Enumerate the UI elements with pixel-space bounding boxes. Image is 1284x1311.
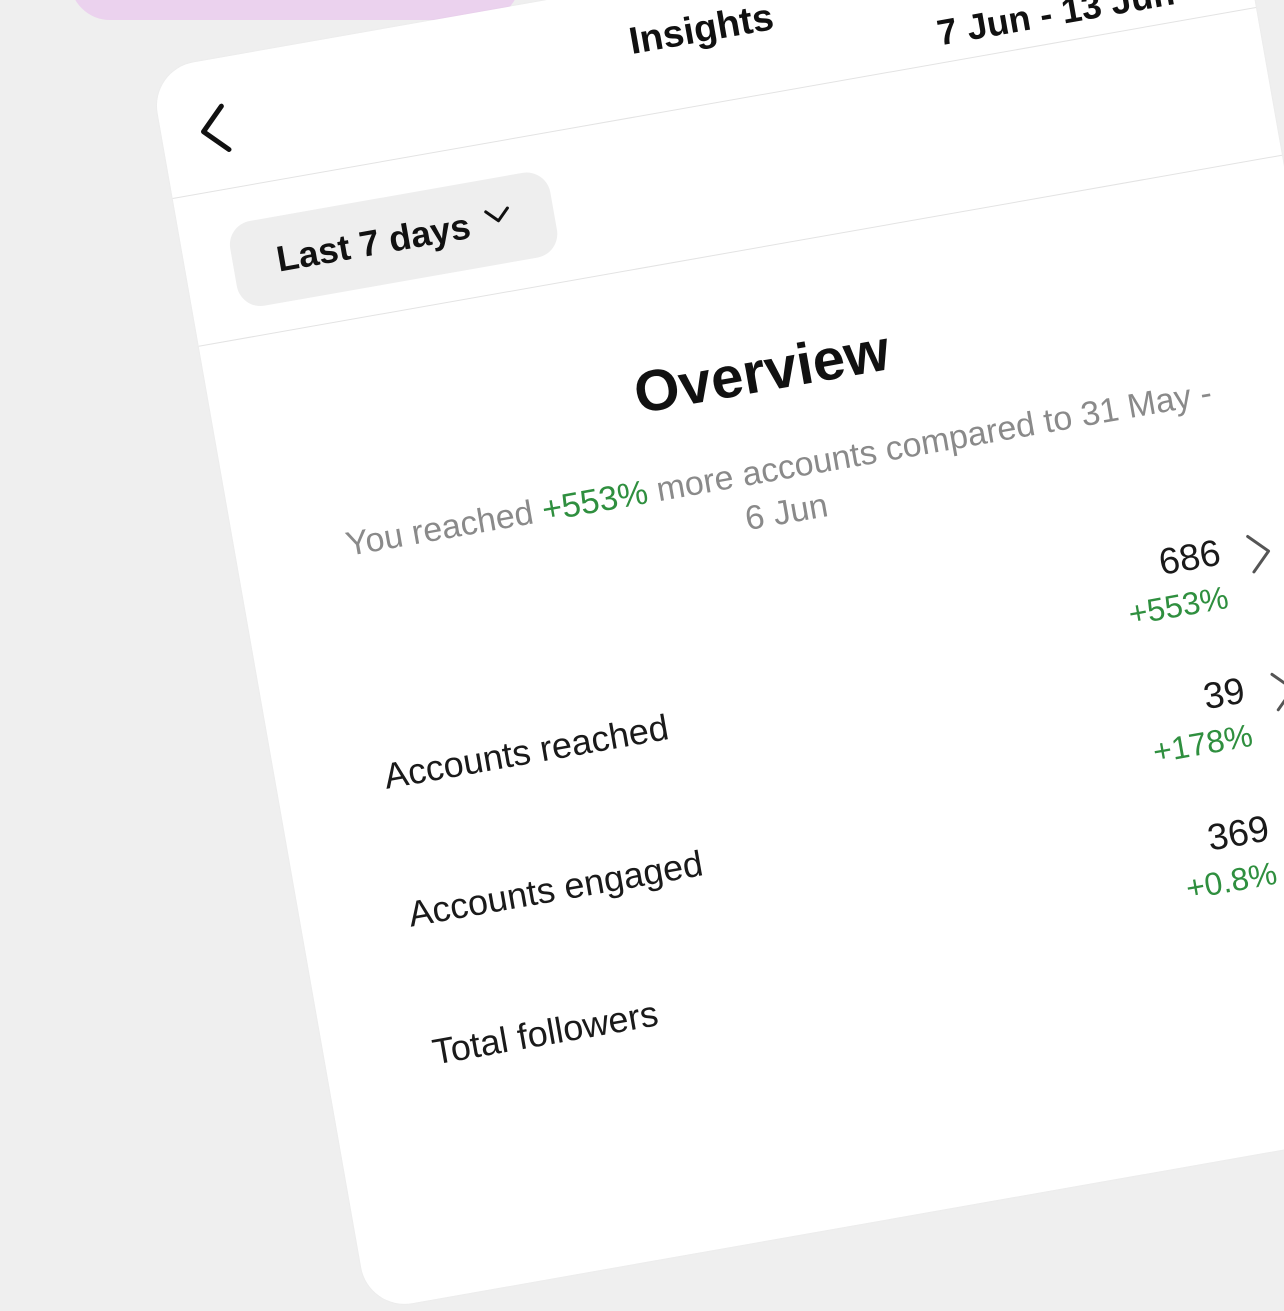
date-range-text: 7 Jun - 13 Jun bbox=[933, 0, 1178, 54]
metric-value: 686 bbox=[1155, 531, 1224, 583]
chevron-down-icon bbox=[484, 206, 510, 223]
metric-change: +0.8% bbox=[1183, 854, 1280, 907]
summary-prefix: You reached bbox=[342, 491, 546, 564]
time-range-label: Last 7 days bbox=[273, 205, 474, 280]
chevron-right-icon bbox=[1270, 672, 1284, 712]
time-range-dropdown[interactable]: Last 7 days bbox=[226, 168, 562, 310]
metric-label: Total followers bbox=[429, 992, 662, 1073]
metric-value: 39 bbox=[1200, 669, 1248, 718]
chevron-right-icon bbox=[1246, 534, 1271, 574]
summary-change: +553% bbox=[539, 473, 651, 530]
metric-change: +553% bbox=[1125, 579, 1231, 633]
insights-card: Insights 7 Jun - 13 Jun Last 7 days Over… bbox=[150, 0, 1284, 1311]
metric-change: +178% bbox=[1150, 716, 1256, 770]
metric-value: 369 bbox=[1204, 807, 1273, 859]
